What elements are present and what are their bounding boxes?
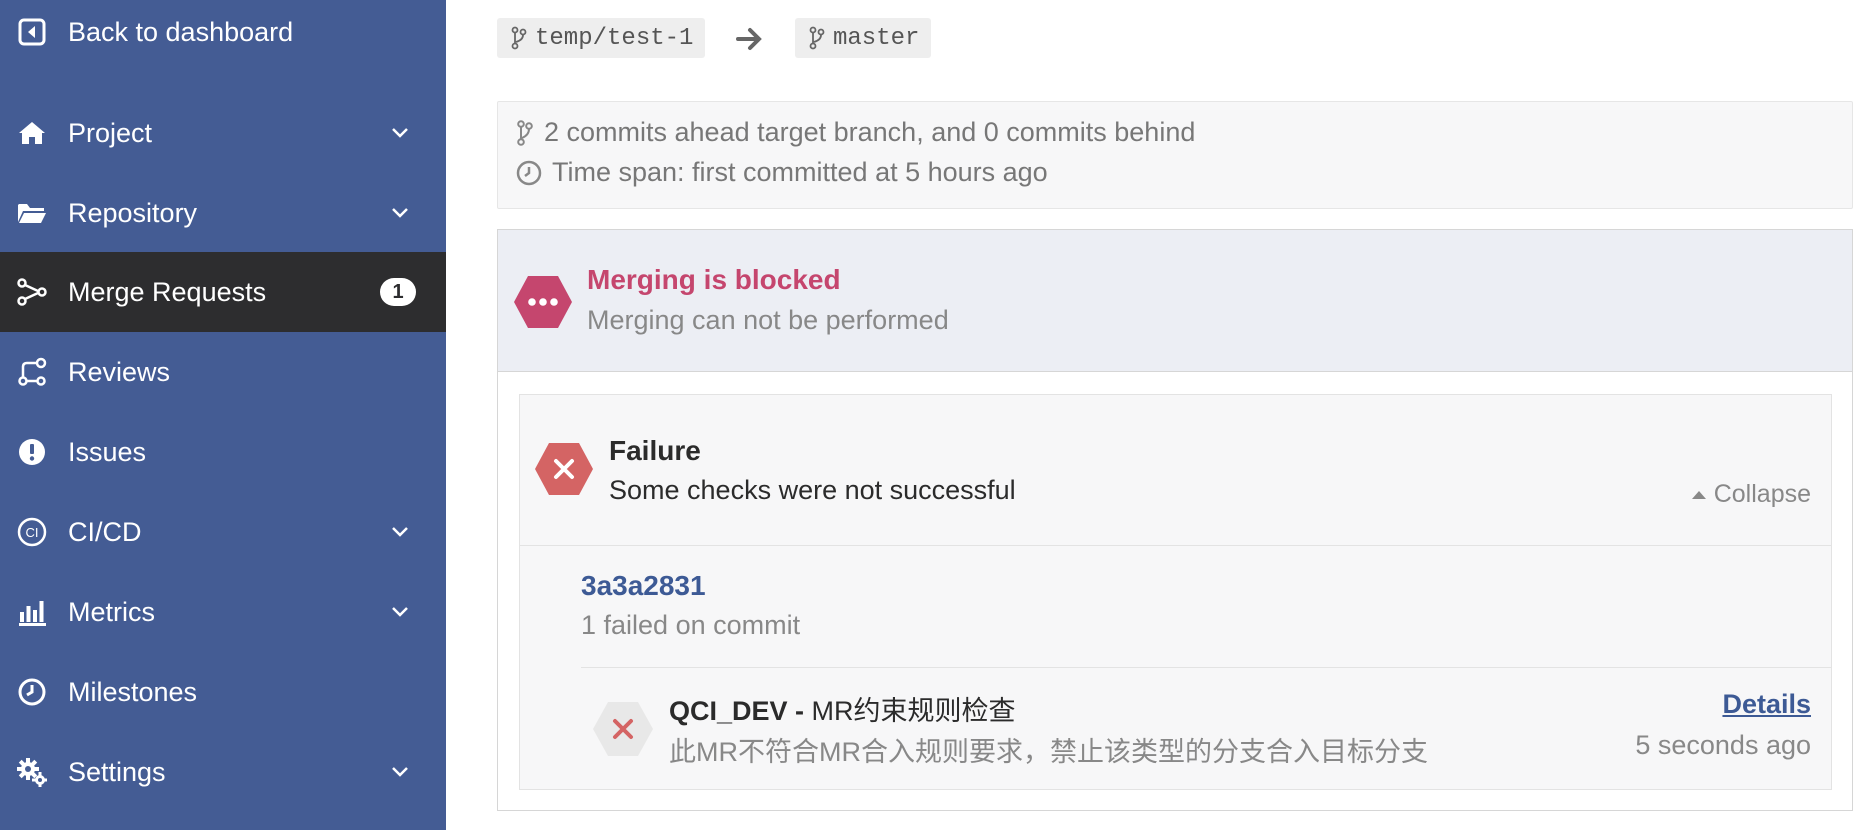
sidebar-item-label: Project — [68, 117, 153, 148]
svg-text:CI: CI — [26, 525, 39, 540]
chevron-down-icon — [390, 203, 410, 223]
commits-ahead-line: 2 commits ahead target branch, and 0 com… — [516, 117, 1195, 148]
check-provider: QCI_DEV - — [669, 696, 805, 726]
back-to-dashboard-label: Back to dashboard — [68, 16, 294, 47]
sidebar-item-merge-requests[interactable]: Merge Requests 1 — [0, 252, 446, 332]
branch-icon — [809, 26, 825, 50]
source-branch-name: temp/test-1 — [535, 24, 694, 52]
merge-status-header: Merging is blocked Merging can not be pe… — [498, 230, 1852, 372]
commits-ahead-text: 2 commits ahead target branch, and 0 com… — [544, 117, 1196, 147]
home-icon — [16, 117, 48, 149]
branch-icon — [511, 26, 527, 50]
merge-request-icon — [16, 276, 48, 308]
sidebar-item-label: Milestones — [68, 676, 198, 707]
checks-panel: Failure Some checks were not successful … — [519, 394, 1832, 790]
back-to-dashboard-link[interactable]: Back to dashboard — [0, 0, 446, 64]
collapse-button[interactable]: Collapse — [1691, 480, 1811, 509]
clock-icon — [516, 160, 542, 185]
sidebar-item-label: Merge Requests — [68, 276, 267, 307]
folder-open-icon — [16, 197, 48, 229]
arrow-right-icon — [736, 24, 764, 59]
blocked-ellipsis-icon — [514, 276, 572, 328]
divider — [581, 667, 1831, 668]
check-name: QCI_DEV - MR约束规则检查 — [669, 689, 1016, 728]
target-branch-chip: master — [795, 18, 932, 58]
collapse-label: Collapse — [1713, 480, 1811, 508]
sidebar-item-label: Metrics — [68, 596, 155, 627]
merge-blocked-subtitle: Merging can not be performed — [587, 305, 949, 335]
sidebar-item-milestones[interactable]: Milestones — [0, 652, 446, 732]
checks-status-subtitle: Some checks were not successful — [609, 475, 1016, 505]
sidebar-item-label: Repository — [68, 197, 198, 228]
review-icon — [16, 356, 48, 388]
check-timestamp: 5 seconds ago — [1635, 730, 1811, 760]
caret-up-icon — [1691, 490, 1706, 499]
sidebar: Back to dashboard Project Repository Mer… — [0, 0, 446, 830]
merge-blocked-title: Merging is blocked — [587, 264, 841, 295]
back-arrow-icon — [16, 16, 48, 48]
gears-icon — [16, 756, 48, 788]
sidebar-item-project[interactable]: Project — [0, 93, 446, 173]
sidebar-item-label: Reviews — [68, 356, 171, 387]
branch-icon — [517, 119, 533, 146]
check-description: 此MR不符合MR合入规则要求，禁止该类型的分支合入目标分支 — [669, 737, 1428, 767]
target-branch-name: master — [833, 24, 920, 52]
source-branch-chip: temp/test-1 — [497, 18, 706, 58]
failure-x-icon — [535, 443, 593, 495]
checks-status-title: Failure — [609, 435, 701, 466]
sidebar-item-label: Issues — [68, 436, 147, 467]
merge-requests-count-badge: 1 — [380, 278, 416, 306]
merge-widget: Merging is blocked Merging can not be pe… — [497, 229, 1853, 811]
time-span-line: Time span: first committed at 5 hours ag… — [516, 157, 1048, 188]
check-rule: MR约束规则检查 — [811, 696, 1016, 726]
divider — [520, 545, 1831, 546]
sidebar-item-metrics[interactable]: Metrics — [0, 572, 446, 652]
chevron-down-icon — [390, 602, 410, 622]
sidebar-item-repository[interactable]: Repository — [0, 173, 446, 253]
commit-check-summary: 1 failed on commit — [581, 610, 801, 640]
ci-icon: CI — [16, 516, 48, 548]
check-failed-x-icon — [593, 702, 653, 756]
sidebar-item-issues[interactable]: Issues — [0, 412, 446, 492]
sidebar-item-label: CI/CD — [68, 516, 142, 547]
clock-icon — [16, 676, 48, 708]
chevron-down-icon — [390, 123, 410, 143]
exclamation-circle-icon — [16, 436, 48, 468]
bar-chart-icon — [16, 596, 48, 628]
check-details-link[interactable]: Details — [1722, 689, 1811, 720]
chevron-down-icon — [390, 522, 410, 542]
sidebar-item-settings[interactable]: Settings — [0, 732, 446, 812]
time-span-text: Time span: first committed at 5 hours ag… — [552, 157, 1048, 187]
chevron-down-icon — [390, 762, 410, 782]
commit-info-box: 2 commits ahead target branch, and 0 com… — [497, 101, 1853, 209]
sidebar-item-label: Settings — [68, 756, 166, 787]
sidebar-item-ci-cd[interactable]: CI CI/CD — [0, 492, 446, 572]
sidebar-item-reviews[interactable]: Reviews — [0, 332, 446, 412]
commit-hash-link[interactable]: 3a3a2831 — [581, 570, 706, 602]
